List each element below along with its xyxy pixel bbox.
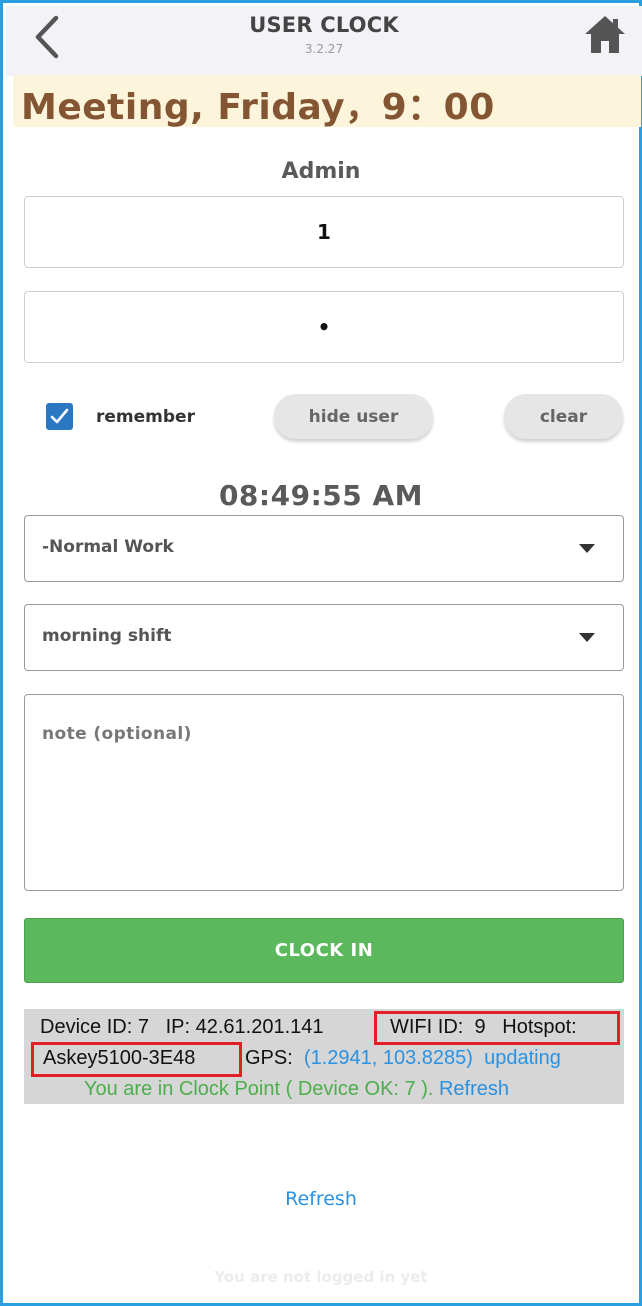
work-type-select[interactable]: -Normal Work — [24, 515, 624, 582]
password-input[interactable] — [24, 291, 624, 363]
gps-label: GPS: — [245, 1047, 293, 1069]
clear-button[interactable]: clear — [504, 394, 623, 439]
refresh-link[interactable]: Refresh — [3, 1188, 639, 1210]
hotspot-label: Hotspot: — [502, 1016, 577, 1038]
note-textarea[interactable]: note (optional) — [24, 694, 624, 891]
gps-status: updating — [484, 1047, 561, 1069]
current-time: 08:49:55 AM — [218, 479, 424, 512]
device-info-panel: Device ID: 7 IP: 42.61.201.141 WIFI ID: … — [24, 1009, 624, 1104]
status-message: You are in Clock Point ( Device OK: 7 ). — [84, 1078, 434, 1100]
header-bar: USER CLOCK 3.2.27 — [6, 6, 642, 76]
device-id-value: 7 — [137, 1016, 149, 1038]
hotspot-value: Askey5100-3E48 — [43, 1047, 196, 1069]
user-name-label: Admin — [281, 159, 361, 184]
clock-point-status: You are in Clock Point ( Device OK: 7 ).… — [84, 1078, 509, 1101]
work-type-value: -Normal Work — [42, 537, 174, 557]
shift-value: morning shift — [42, 626, 172, 646]
device-id-label: Device ID: — [40, 1016, 133, 1038]
user-id-input[interactable] — [24, 196, 624, 268]
ip-value: 42.61.201.141 — [195, 1016, 324, 1038]
wifi-id-value: 9 — [474, 1016, 486, 1038]
home-icon — [585, 16, 625, 53]
clock-in-button[interactable]: CLOCK IN — [24, 918, 624, 983]
remember-toggle[interactable]: remember — [46, 403, 195, 430]
wifi-id-label: WIFI ID: — [390, 1016, 464, 1038]
remember-checkbox[interactable] — [46, 403, 73, 430]
gps-info: GPS: (1.2941, 103.8285) updating — [245, 1047, 561, 1070]
note-placeholder: note (optional) — [42, 724, 192, 744]
status-refresh-link[interactable]: Refresh — [439, 1078, 509, 1100]
device-info-line-1: Device ID: 7 IP: 42.61.201.141 — [40, 1016, 324, 1039]
dropdown-caret-icon — [579, 544, 595, 553]
gps-value: (1.2941, 103.8285) — [303, 1047, 473, 1069]
login-status-text: You are not logged in yet — [214, 1268, 428, 1286]
page-title: USER CLOCK — [249, 13, 399, 37]
announcement-text: Meeting, Friday，9：00 — [21, 87, 495, 128]
app-screen: USER CLOCK 3.2.27 Meeting, Friday，9：00 A… — [0, 0, 642, 1306]
remember-label: remember — [96, 406, 195, 427]
wifi-info: WIFI ID: 9 Hotspot: — [390, 1016, 577, 1039]
home-button[interactable] — [582, 12, 628, 58]
checkmark-icon — [50, 408, 69, 424]
announcement-banner: Meeting, Friday，9：00 — [13, 75, 641, 128]
shift-select[interactable]: morning shift — [24, 604, 624, 671]
app-version: 3.2.27 — [304, 42, 344, 56]
dropdown-caret-icon — [579, 633, 595, 642]
hide-user-button[interactable]: hide user — [274, 394, 433, 439]
ip-label: IP: — [165, 1016, 191, 1038]
